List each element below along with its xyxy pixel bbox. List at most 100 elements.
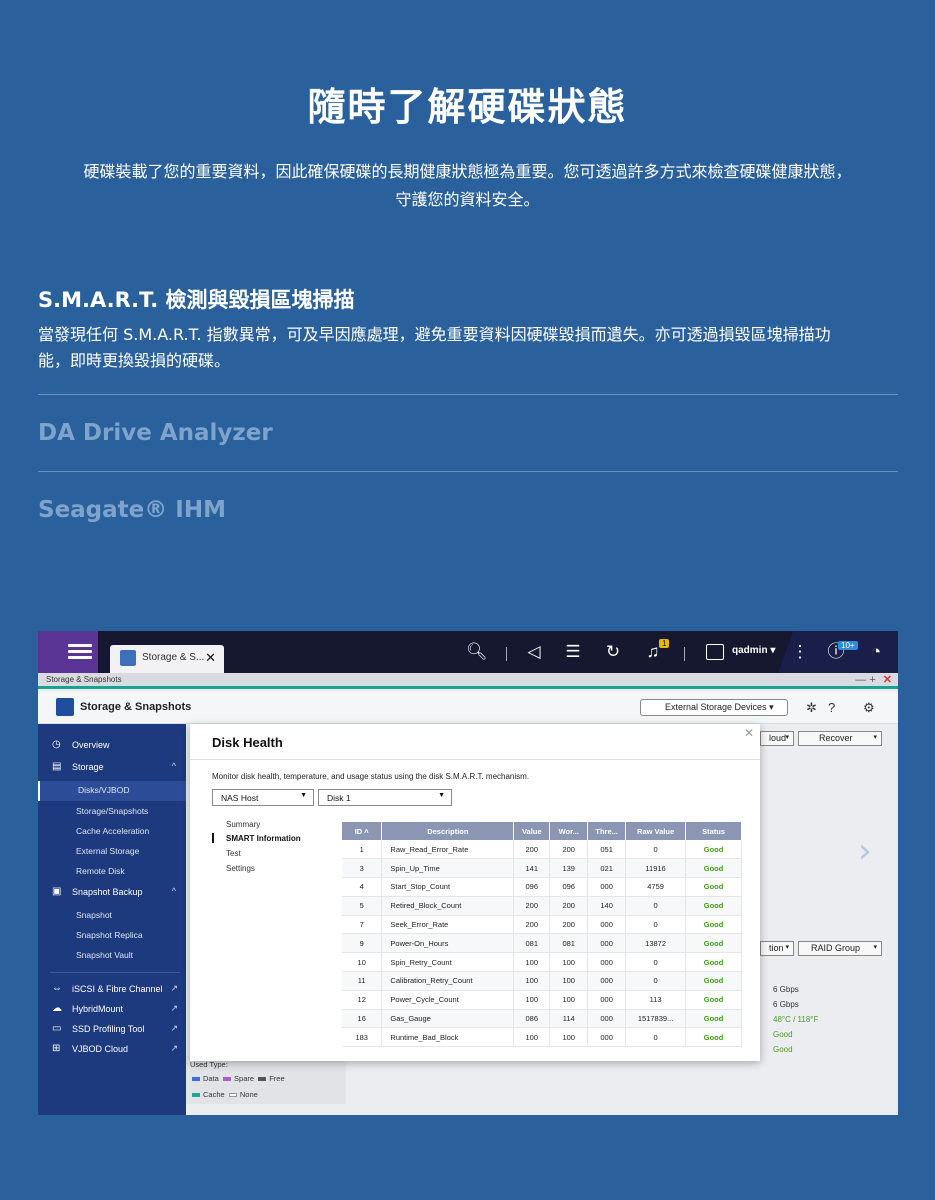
column-header-raw-value[interactable]: Raw Value — [625, 822, 687, 840]
maximize-icon[interactable]: + — [869, 674, 875, 686]
table-cell: 051 — [587, 840, 627, 860]
ssd-icon: ▭ — [52, 1023, 62, 1034]
column-header-description[interactable]: Description — [381, 822, 515, 840]
debug-icon[interactable]: ✲ — [806, 700, 817, 716]
column-header-worst[interactable]: Wor... — [549, 822, 589, 840]
status-cell: Good — [685, 896, 742, 916]
recover-dropdown[interactable]: Recover ▾ — [798, 731, 882, 746]
disk-health-dialog: Disk Health ✕ Monitor disk health, tempe… — [190, 724, 760, 1061]
sidebar-item-ssd-profiling[interactable]: ▭ SSD Profiling Tool ↗ — [38, 1020, 186, 1040]
external-storage-devices-dropdown[interactable]: External Storage Devices ▾ — [640, 699, 788, 716]
more-options-icon[interactable]: ⋮ — [790, 642, 810, 662]
dialog-menu-test[interactable]: Test — [226, 849, 241, 858]
legend-title: Used Type: — [190, 1060, 228, 1069]
feature-title-da-drive-analyzer[interactable]: DA Drive Analyzer — [38, 420, 273, 446]
minimize-icon[interactable]: — — [855, 674, 866, 686]
table-cell: 114 — [549, 1009, 589, 1029]
sidebar-item-label: Storage — [72, 762, 104, 772]
table-row[interactable]: 5 Retired_Block_Count 200 200 140 0 Good — [342, 896, 742, 916]
sidebar-item-hybridmount[interactable]: ☁ HybridMount ↗ — [38, 1000, 186, 1020]
status-cell: Good — [685, 915, 742, 935]
table-cell: 0 — [625, 1027, 687, 1048]
app-tab[interactable]: Storage & S... ✕ — [110, 645, 224, 673]
sidebar-item-storage[interactable]: ▤ Storage ^ — [38, 758, 186, 778]
table-cell: 200 — [549, 840, 589, 860]
select-value: NAS Host — [221, 793, 259, 803]
table-row[interactable]: 3 Spin_Up_Time 141 139 021 11916 Good — [342, 858, 742, 879]
legend-label: Data — [203, 1074, 219, 1083]
table-row[interactable]: 7 Seek_Error_Rate 200 200 000 0 Good — [342, 915, 742, 935]
table-row[interactable]: 16 Gas_Gauge 086 114 000 1517839... Good — [342, 1009, 742, 1029]
sidebar-item-snapshot-vault[interactable]: Snapshot Vault — [38, 946, 186, 966]
table-row[interactable]: 183 Runtime_Bad_Block 100 100 000 0 Good — [342, 1027, 742, 1048]
main-menu-icon[interactable] — [68, 641, 92, 663]
column-header-value[interactable]: Value — [513, 822, 551, 840]
feature-title-seagate-ihm[interactable]: Seagate® IHM — [38, 497, 226, 523]
table-cell: 0 — [625, 952, 687, 973]
dialog-menu-summary[interactable]: Summary — [226, 820, 260, 829]
feature-title-smart[interactable]: S.M.A.R.T. 檢測與毀損區塊掃描 — [38, 284, 355, 314]
cloud-dropdown[interactable]: loud ▾ — [760, 731, 794, 746]
column-header-id[interactable]: ID ˄ — [342, 822, 383, 840]
sidebar-item-label: iSCSI & Fibre Channel — [72, 984, 163, 994]
table-cell: 13872 — [625, 933, 687, 954]
sidebar-item-snapshot[interactable]: Snapshot — [38, 906, 186, 926]
dialog-menu-smart-information[interactable]: SMART Information — [226, 834, 301, 843]
close-icon[interactable]: ✕ — [744, 726, 754, 740]
hero-description-line: 硬碟裝載了您的重要資料，因此確保硬碟的長期健康狀態極為重要。您可透過許多方式來檢… — [83, 162, 852, 181]
sidebar-item-snapshot-backup[interactable]: ▣ Snapshot Backup ^ — [38, 883, 186, 903]
sidebar-item-remote-disk[interactable]: Remote Disk — [38, 862, 186, 882]
dashboard-gauge-icon[interactable]: ◔ — [866, 642, 886, 662]
user-menu[interactable]: qadmin ▾ — [732, 645, 775, 656]
sidebar-item-storage-snapshots[interactable]: Storage/Snapshots — [38, 802, 186, 822]
table-row[interactable]: 9 Power-On_Hours 081 081 000 13872 Good — [342, 933, 742, 954]
search-icon[interactable]: 🔍︎ — [466, 642, 488, 662]
app-header-title: Storage & Snapshots — [80, 701, 192, 713]
host-select[interactable]: NAS Host ▼ — [212, 789, 314, 806]
sidebar-item-cache-acceleration[interactable]: Cache Acceleration — [38, 822, 186, 842]
status-cell: Good — [685, 971, 742, 991]
user-icon[interactable] — [706, 644, 724, 660]
external-link-icon: ↗ — [170, 983, 178, 993]
table-cell: 139 — [549, 858, 589, 879]
help-icon[interactable]: ? — [828, 700, 835, 715]
table-row[interactable]: 11 Calibration_Retry_Count 100 100 000 0 Good — [342, 971, 742, 991]
close-window-icon[interactable]: ✕ — [883, 674, 892, 686]
sidebar-item-external-storage[interactable]: External Storage — [38, 842, 186, 862]
table-cell: 183 — [342, 1027, 383, 1048]
table-row[interactable]: 1 Raw_Read_Error_Rate 200 200 051 0 Good — [342, 840, 742, 860]
sidebar-item-vjbod-cloud[interactable]: ⊞ VJBOD Cloud ↗ — [38, 1040, 186, 1060]
table-cell: Spin_Up_Time — [381, 858, 515, 879]
status-good: Good — [773, 1030, 793, 1039]
disk-select[interactable]: Disk 1 ▼ — [318, 789, 452, 806]
megaphone-icon[interactable]: ◁ — [524, 642, 544, 662]
gear-icon[interactable]: ⚙ — [863, 700, 875, 716]
smart-table: ID ˄ Description Value Wor... Thre... Ra… — [342, 822, 742, 1048]
sync-icon[interactable]: ↻ — [603, 642, 623, 662]
sidebar-item-overview[interactable]: ◷ Overview — [38, 736, 186, 756]
table-row[interactable]: 12 Power_Cycle_Count 100 100 000 113 Good — [342, 990, 742, 1010]
table-row[interactable]: 10 Spin_Retry_Count 100 100 000 0 Good — [342, 952, 742, 973]
column-header-threshold[interactable]: Thre... — [587, 822, 627, 840]
table-row[interactable]: 4 Start_Stop_Count 096 096 000 4759 Good — [342, 877, 742, 897]
table-cell: 4 — [342, 877, 383, 897]
raid-group-dropdown[interactable]: RAID Group ▾ — [798, 941, 882, 956]
sidebar-item-label: VJBOD Cloud — [72, 1044, 129, 1054]
dialog-menu-settings[interactable]: Settings — [226, 864, 255, 873]
chevron-right-icon[interactable]: › — [858, 831, 872, 871]
cloud-icon: ☁ — [52, 1003, 62, 1014]
table-cell: Start_Stop_Count — [381, 877, 515, 897]
external-link-icon: ↗ — [170, 1023, 178, 1033]
table-cell: 4759 — [625, 877, 687, 897]
table-cell: 16 — [342, 1009, 383, 1029]
sidebar-item-iscsi[interactable]: ⇔ iSCSI & Fibre Channel ↗ — [38, 980, 186, 1000]
action-dropdown[interactable]: tion ▾ — [760, 941, 794, 956]
table-cell: 7 — [342, 915, 383, 935]
sidebar-item-snapshot-replica[interactable]: Snapshot Replica — [38, 926, 186, 946]
sidebar-item-disks-vjbod[interactable]: Disks/VJBOD — [38, 781, 186, 801]
tasks-icon[interactable]: ☰ — [563, 642, 583, 662]
close-icon[interactable]: ✕ — [205, 650, 216, 666]
column-header-status[interactable]: Status — [685, 822, 742, 840]
table-cell: Gas_Gauge — [381, 1009, 515, 1029]
window-controls: — + ✕ — [855, 673, 892, 686]
